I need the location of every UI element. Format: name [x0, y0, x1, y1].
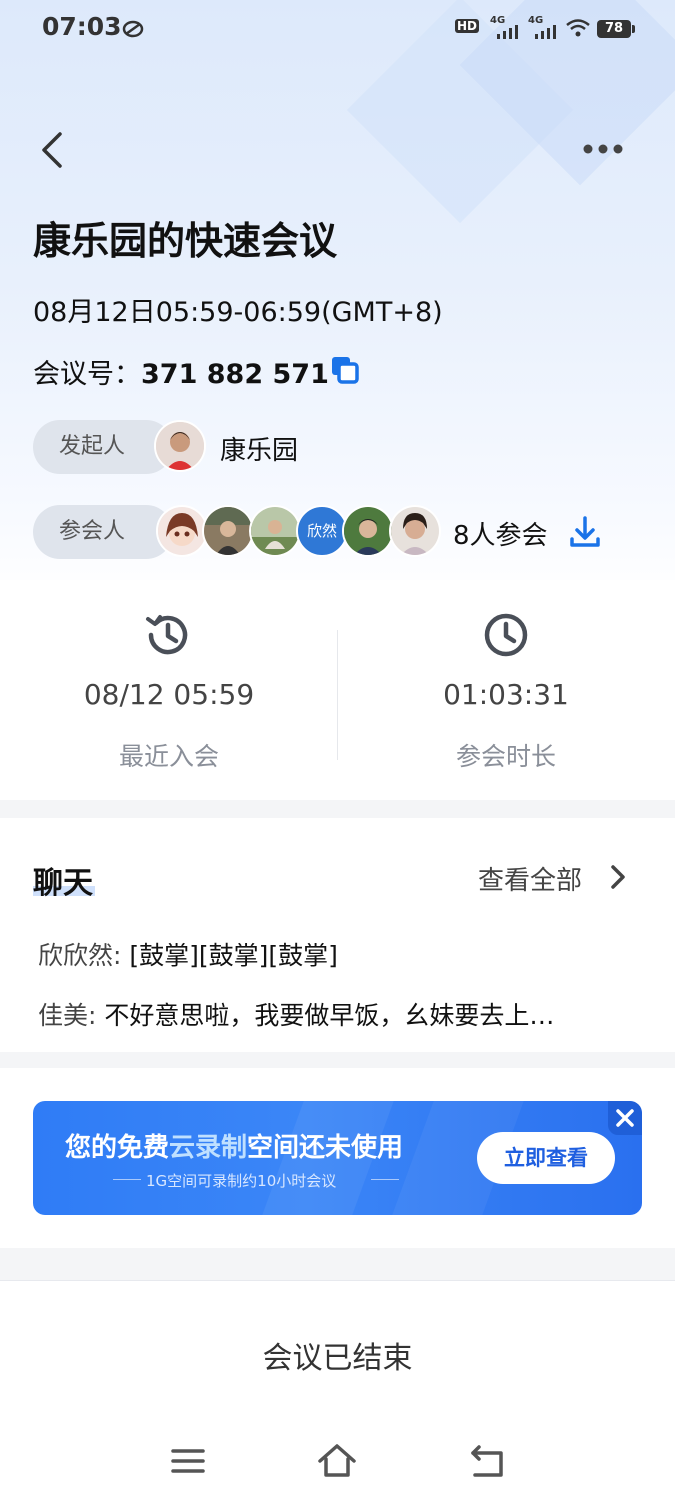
banner-subtitle: 1G空间可录制约10小时会议	[146, 1172, 337, 1190]
chat-message: 欣欣然: [鼓掌][鼓掌][鼓掌]	[38, 936, 338, 972]
bottom-bar: 会议已结束	[0, 1280, 675, 1501]
participant-avatar[interactable]	[342, 505, 394, 557]
meeting-ended-status: 会议已结束	[262, 1341, 413, 1376]
banner-title: 您的免费云录制空间还未使用	[65, 1127, 403, 1164]
copy-icon[interactable]	[330, 355, 360, 385]
signal-icon-2	[535, 25, 556, 39]
menu-icon[interactable]	[168, 1441, 208, 1481]
banner-title-part: 空间还未使用	[247, 1133, 404, 1163]
sync-icon	[122, 20, 144, 38]
wifi-icon	[566, 19, 590, 37]
banner-title-part: 您的免费	[65, 1133, 170, 1163]
stats-divider	[337, 630, 338, 760]
status-time: 07:03	[42, 12, 122, 41]
meeting-title: 康乐园的快速会议	[33, 219, 338, 263]
chat-title: 聊天	[33, 866, 93, 901]
duration-label: 参会时长	[455, 742, 556, 771]
meeting-id-label: 会议号：	[33, 359, 141, 390]
participant-avatar-initials: 欣然	[306, 522, 337, 540]
participant-avatar[interactable]	[249, 505, 301, 557]
duration-value: 01:03:31	[443, 678, 569, 711]
meeting-id-row: 会议号：371 882 571	[33, 352, 329, 391]
host-avatar[interactable]	[154, 420, 206, 472]
recent-join-value: 08/12 05:59	[83, 678, 255, 711]
participant-count: 8人参会	[453, 521, 548, 551]
chat-section: 聊天 查看全部 欣欣然: [鼓掌][鼓掌][鼓掌] 佳美: 不好意思啦，我要做早…	[0, 818, 675, 1052]
download-icon[interactable]	[568, 515, 602, 549]
view-now-button[interactable]: 立即查看	[477, 1132, 615, 1184]
host-label: 发起人	[33, 420, 173, 474]
status-bar: 07:03 HD 4G 4G 78	[0, 0, 675, 58]
more-options-icon[interactable]	[580, 136, 626, 162]
back-nav-icon[interactable]	[467, 1441, 507, 1481]
participant-avatar[interactable]	[202, 505, 254, 557]
clock-icon	[484, 613, 528, 657]
close-icon	[616, 1109, 634, 1127]
cloud-recording-banner[interactable]: 您的免费云录制空间还未使用 1G空间可录制约10小时会议 立即查看	[33, 1101, 642, 1215]
recent-join-label: 最近入会	[118, 742, 219, 771]
chat-message: 佳美: 不好意思啦，我要做早饭，幺妹要去上…	[38, 996, 554, 1032]
back-arrow-icon[interactable]	[36, 128, 76, 172]
banner-title-highlight: 云录制	[169, 1133, 248, 1163]
chat-sender: 欣欣然:	[38, 941, 122, 970]
promo-section: 您的免费云录制空间还未使用 1G空间可录制约10小时会议 立即查看	[0, 1068, 675, 1248]
hd-icon: HD	[455, 19, 480, 33]
home-icon[interactable]	[317, 1441, 357, 1481]
view-all-link[interactable]: 查看全部	[478, 860, 582, 897]
meeting-id: 371 882 571	[141, 359, 329, 390]
history-clock-icon	[146, 615, 188, 655]
chevron-right-icon[interactable]	[606, 862, 630, 892]
signal-icon-1	[497, 25, 518, 39]
meeting-datetime: 08月12日05:59-06:59(GMT+8)	[33, 297, 443, 328]
participants-label: 参会人	[33, 505, 173, 559]
participant-avatar-text[interactable]: 欣然	[296, 505, 348, 557]
participant-avatar[interactable]	[156, 505, 208, 557]
chat-text: [鼓掌][鼓掌][鼓掌]	[129, 941, 338, 970]
battery-icon: 78	[597, 20, 635, 38]
host-name: 康乐园	[220, 436, 299, 466]
chat-text: 不好意思啦，我要做早饭，幺妹要去上…	[104, 1001, 555, 1030]
meeting-stats: 08/12 05:59 最近入会 01:03:31 参会时长	[0, 580, 675, 800]
banner-close-button[interactable]	[608, 1101, 642, 1135]
participant-avatar[interactable]	[389, 505, 441, 557]
chat-sender: 佳美:	[38, 1001, 97, 1030]
